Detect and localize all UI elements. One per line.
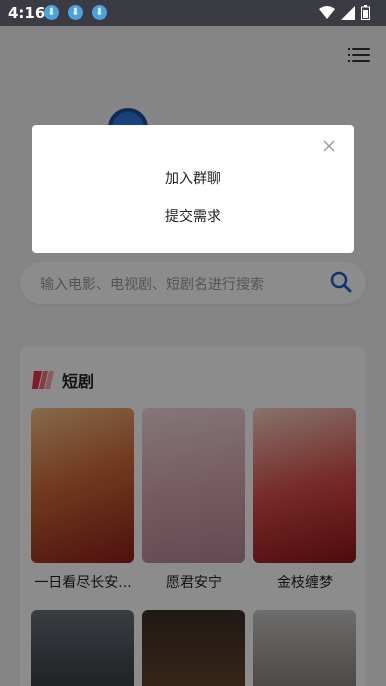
download-icon: ⬇	[68, 5, 83, 20]
status-time: 4:16	[8, 4, 46, 22]
status-bar: 4:16 ⬇ ⬇ ⬇	[0, 0, 386, 26]
join-group-option[interactable]: 加入群聊	[32, 168, 354, 188]
battery-icon	[361, 5, 370, 20]
wifi-icon	[319, 5, 335, 19]
close-icon[interactable]	[322, 139, 336, 153]
download-icon: ⬇	[44, 5, 59, 20]
signal-icon	[341, 5, 355, 20]
menu-dialog: 加入群聊 提交需求	[32, 125, 354, 253]
download-icon: ⬇	[92, 5, 107, 20]
submit-request-option[interactable]: 提交需求	[32, 206, 354, 226]
